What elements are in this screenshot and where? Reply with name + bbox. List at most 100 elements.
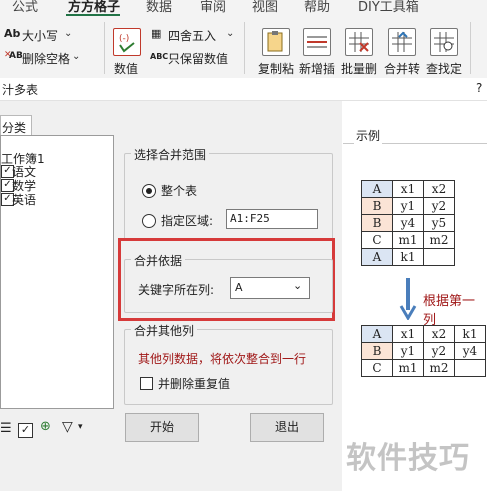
dialog-body: 分类 工作簿1 ✓ 语文 ✓ 数学 ✓ 英语 ☰ ✓ ⊕ ▽ ▾ 选择合并范围 …	[0, 101, 487, 491]
table-row: Ak1	[361, 248, 455, 266]
remove-space-icon: AB	[9, 51, 23, 61]
check-all-icon[interactable]: ✓	[18, 423, 33, 438]
table-cell: y2	[423, 342, 455, 360]
whole-table-label[interactable]: 整个表	[161, 182, 197, 199]
tab-formulas[interactable]: 公式	[12, 0, 38, 15]
example-before-table: Ax1 x2 By1 y2 By4 y5 Cm1 m2 Ak1	[361, 180, 455, 266]
table-cell: y4	[392, 214, 424, 232]
exit-button[interactable]: 退出	[250, 413, 324, 442]
table-cell: y2	[423, 197, 455, 215]
specific-range-label[interactable]: 指定区域:	[161, 212, 213, 229]
table-row: Cm1 m2	[361, 359, 486, 377]
add-sheet-icon[interactable]: ⊕	[40, 419, 51, 434]
table-cell: m2	[423, 231, 455, 249]
table-cell: x1	[392, 325, 424, 343]
find-locate-button[interactable]: 查找定	[426, 60, 462, 77]
tree-item[interactable]: 英语	[12, 191, 36, 208]
round-icon: ▦	[151, 27, 162, 40]
table-row: Ax1 x2	[361, 180, 455, 198]
table-cell: y4	[454, 342, 486, 360]
tab-data[interactable]: 数据	[146, 0, 172, 15]
table-cell	[423, 248, 455, 266]
tab-view[interactable]: 视图	[252, 0, 278, 15]
example-after-table: Ax1 x2 k1 By1 y2 y4 Cm1 m2	[361, 325, 486, 377]
table-row: By1 y2	[361, 197, 455, 215]
table-cell: B	[361, 214, 393, 232]
insert-rows-icon[interactable]	[303, 28, 331, 56]
remove-space-button[interactable]: 删除空格	[22, 50, 70, 67]
merge-note: 其他列数据，将依次整合到一行	[138, 352, 307, 366]
batch-delete-icon[interactable]	[345, 28, 373, 56]
example-title: 示例	[354, 127, 383, 144]
table-cell: B	[361, 197, 393, 215]
help-button[interactable]: ?	[476, 81, 482, 95]
value-button[interactable]: 数值	[114, 60, 138, 77]
tab-category-label: 分类	[2, 121, 27, 135]
range-input-value: A1:F25	[230, 212, 270, 225]
new-insert-button[interactable]: 新增插	[299, 60, 335, 77]
ribbon: 公式 方方格子 数据 审阅 视图 帮助 DIY工具箱 Ab 大小写 ⌄ ✕ AB…	[0, 0, 487, 79]
start-button[interactable]: 开始	[125, 413, 199, 442]
table-cell: x1	[392, 180, 424, 198]
batch-delete-button[interactable]: 批量删	[341, 60, 377, 77]
ribbon-separator	[244, 22, 245, 74]
other-group-title: 合并其他列	[131, 322, 198, 339]
table-row: Ax1 x2 k1	[361, 325, 486, 343]
whole-table-radio[interactable]	[142, 184, 156, 198]
abc-icon: ABC	[150, 52, 169, 61]
table-cell	[454, 359, 486, 377]
dialog-title-bar[interactable]: 汁多表 ?	[0, 78, 487, 101]
svg-text:(-): (-)	[119, 34, 129, 44]
tab-diy[interactable]: DIY工具箱	[358, 0, 419, 15]
value-convert-icon[interactable]: (-)	[113, 28, 141, 56]
basis-groupbox: 合并依据 关键字所在列: A ⌄	[124, 252, 333, 313]
copy-paste-button[interactable]: 复制粘	[258, 60, 294, 77]
table-cell: m1	[392, 359, 424, 377]
table-cell: A	[361, 248, 393, 266]
merge-convert-icon[interactable]	[388, 28, 416, 56]
chevron-down-icon[interactable]: ▾	[78, 422, 83, 432]
specific-range-radio[interactable]	[142, 214, 156, 228]
range-groupbox: 选择合并范围 整个表 指定区域: A1:F25	[124, 146, 333, 241]
table-cell: B	[361, 342, 393, 360]
table-cell: k1	[392, 248, 424, 266]
sheet-tree[interactable]: 工作簿1 ✓ 语文 ✓ 数学 ✓ 英语	[0, 135, 114, 409]
round-button[interactable]: 四舍五入	[168, 27, 216, 44]
other-columns-groupbox: 合并其他列 其他列数据，将依次整合到一行 并删除重复值	[124, 322, 333, 405]
chevron-down-icon[interactable]: ⌄	[293, 279, 302, 292]
table-cell: m1	[392, 231, 424, 249]
table-row: By1 y2 y4	[361, 342, 486, 360]
table-cell: y1	[392, 342, 424, 360]
dialog-title: 汁多表	[2, 83, 39, 97]
filter-icon[interactable]: ▽	[62, 419, 73, 435]
keep-value-button[interactable]: 只保留数值	[168, 50, 228, 67]
chevron-down-icon[interactable]: ⌄	[64, 28, 72, 39]
chevron-down-icon[interactable]: ⌄	[72, 51, 80, 62]
table-cell: y5	[423, 214, 455, 232]
tab-review[interactable]: 审阅	[200, 0, 226, 15]
key-column-select[interactable]: A ⌄	[230, 277, 310, 299]
tab-help[interactable]: 帮助	[304, 0, 330, 15]
case-button[interactable]: 大小写	[22, 27, 58, 44]
key-column-value: A	[235, 281, 243, 294]
basis-group-title: 合并依据	[131, 252, 186, 269]
list-icon[interactable]: ☰	[0, 421, 12, 436]
merge-convert-button[interactable]: 合并转	[384, 60, 420, 77]
table-cell: A	[361, 325, 393, 343]
active-tab-indicator	[66, 14, 120, 16]
dedupe-checkbox[interactable]	[140, 377, 153, 390]
table-cell: x2	[423, 180, 455, 198]
table-cell: C	[361, 231, 393, 249]
find-locate-icon[interactable]	[430, 28, 458, 56]
range-input[interactable]: A1:F25	[226, 209, 318, 229]
down-arrow-icon	[399, 278, 417, 320]
chevron-down-icon[interactable]: ⌄	[226, 28, 234, 39]
tab-category[interactable]: 分类	[0, 115, 32, 136]
example-caption: 根据第一列	[423, 294, 476, 328]
tab-fangfang[interactable]: 方方格子	[68, 0, 120, 15]
table-cell: k1	[454, 325, 486, 343]
dedupe-label[interactable]: 并删除重复值	[158, 375, 230, 392]
clipboard-icon[interactable]	[262, 28, 290, 56]
ribbon-separator	[470, 22, 471, 74]
case-icon: Ab	[4, 27, 21, 40]
